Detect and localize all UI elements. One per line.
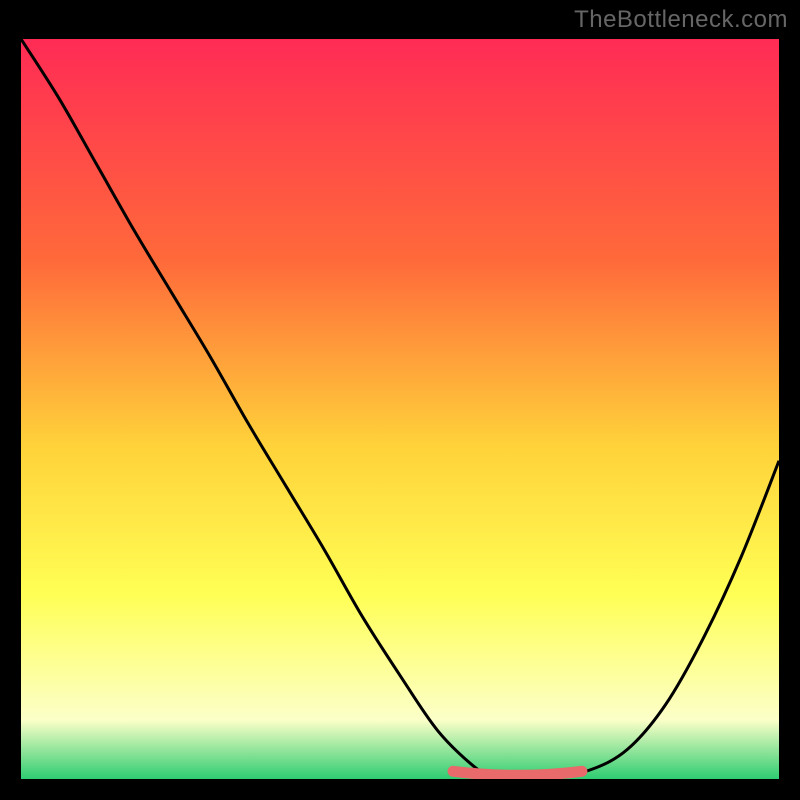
watermark-text: TheBottleneck.com bbox=[574, 6, 788, 34]
bottleneck-chart bbox=[21, 39, 779, 779]
chart-frame: TheBottleneck.com bbox=[0, 0, 800, 800]
gradient-background bbox=[21, 39, 779, 779]
optimal-range-highlight bbox=[453, 771, 582, 775]
plot-area bbox=[21, 39, 779, 779]
